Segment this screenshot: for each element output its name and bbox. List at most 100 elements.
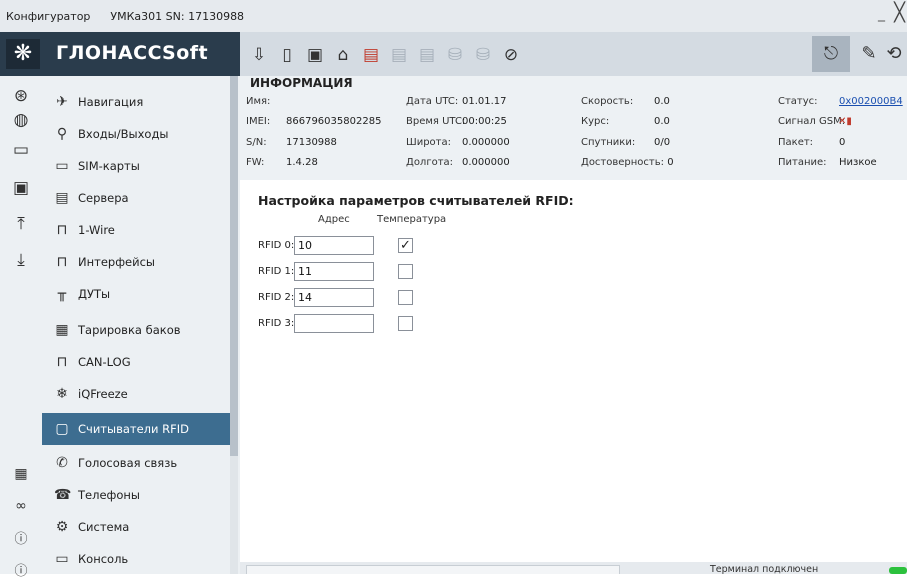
sidebar-item-one-wire[interactable]: ⊓ 1-Wire [42,214,230,246]
status-field [246,565,620,574]
sidebar-item-servers[interactable]: ▤ Сервера [42,182,230,214]
rfid-3-address-input[interactable] [294,314,374,333]
latitude-label: Широта: [406,137,451,148]
calculator-icon[interactable]: ▦ [0,462,42,486]
sidebar-item-label: Телефоны [78,488,140,502]
sidebar-item-navigation[interactable]: ✈ Навигация [42,86,230,118]
gsm-signal-icon: ✕▮ [838,116,852,127]
latitude-value: 0.000000 [462,137,510,148]
firmware-dim2-icon[interactable]: ▤ [416,44,438,66]
sidebar-item-voice[interactable]: ✆ Голосовая связь [42,447,230,479]
validity-value: 0 [667,157,674,168]
sidebar-item-iqfreeze[interactable]: ❄ iQFreeze [42,378,230,410]
rfid-2-address-input[interactable]: 14 [294,288,374,307]
gear-icon: ⚙ [55,519,69,535]
info-icon[interactable]: ⓘ [0,560,42,584]
sidebar-item-label: Навигация [78,95,144,109]
download-file-icon[interactable]: ⤓ [0,248,42,272]
status-label: Статус: [778,96,818,107]
rfid-0-address-input[interactable]: 10 [294,236,374,255]
title-bar: Конфигуратор УМКа301 SN: 17130988 _ ╳ [0,0,907,32]
one-wire-icon: ⊓ [56,222,68,238]
connection-status-text: Терминал подключен [710,564,819,575]
course-value: 0.0 [654,116,670,127]
imei-label: IMEI: [246,116,271,127]
upload-icon[interactable]: ⤒ [0,212,42,236]
sim-icon: ▭ [55,158,69,174]
menu-logo-icon[interactable]: ❋ [6,39,40,69]
logo-area: ❋ ГЛОНАССSoft [0,32,240,76]
sidebar-item-system[interactable]: ⚙ Система [42,511,230,543]
time-value: 00:00:25 [462,116,507,127]
sidebar-item-label: Входы/Выходы [78,127,169,141]
rfid-row-label: RFID 0: [258,240,295,251]
longitude-label: Долгота: [406,157,454,168]
link-icon[interactable]: ∞ [0,494,42,518]
sidebar-item-io[interactable]: ⚲ Входы/Выходы [42,118,230,150]
snowflake-icon: ❄ [56,386,68,402]
rfid-3-temperature-checkbox[interactable] [398,316,413,331]
sidebar-scrollbar-thumb[interactable] [230,76,238,456]
location-clear-icon[interactable]: ⊘ [500,44,522,66]
rfid-1-address-input[interactable]: 11 [294,262,374,281]
close-button[interactable]: ╳ [894,2,905,23]
remote-connect-icon[interactable]: ⌂ [332,44,354,66]
sidebar-item-label: Система [78,520,130,534]
app-title: Конфигуратор [6,9,91,23]
minimize-button[interactable]: _ [878,6,885,22]
gsm-signal-label: Сигнал GSM: [778,116,846,127]
bluetooth-icon[interactable]: ⊛ [0,84,42,108]
globe-icon[interactable]: ◍ [0,108,42,132]
satellite-icon: ✈ [56,94,68,110]
sidebar-item-phones[interactable]: ☎ Телефоны [42,479,230,511]
sn-value: 17130988 [286,137,337,148]
satellites-label: Спутники: [581,137,636,148]
sidebar-item-label: Тарировка баков [78,323,181,337]
rfid-0-temperature-checkbox[interactable]: ✓ [398,238,413,253]
sim-card-icon[interactable]: ▯ [276,44,298,66]
sidebar-item-can-log[interactable]: ⊓ CAN-LOG [42,346,230,378]
sidebar-item-console[interactable]: ▭ Консоль [42,543,230,574]
rfid-1-temperature-checkbox[interactable] [398,264,413,279]
rfid-row-label: RFID 1: [258,266,295,277]
phone-call-icon: ✆ [56,455,68,471]
download-icon[interactable]: ⇩ [248,44,270,66]
sidebar-item-rfid[interactable]: ▢ Считыватели RFID [42,413,230,445]
device-connect-icon[interactable]: ⎋ [812,36,850,72]
sidebar-item-label: Сервера [78,191,129,205]
database-settings-dim-icon[interactable]: ⛁ [472,44,494,66]
power-value: Низкое [839,157,877,168]
memory-card-icon[interactable]: ▣ [304,44,326,66]
database-dim-icon[interactable]: ⛁ [444,44,466,66]
sidebar-item-sim[interactable]: ▭ SIM-карты [42,150,230,182]
sn-label: S/N: [246,137,267,148]
rfid-icon: ▢ [55,421,69,437]
interface-icon: ⊓ [56,254,68,270]
server-icon: ▤ [55,190,69,206]
exit-icon[interactable]: ⟲ [882,36,906,72]
sidebar-item-label: CAN-LOG [78,355,131,369]
date-value: 01.01.17 [462,96,507,107]
packet-value: 0 [839,137,846,148]
fw-label: FW: [246,157,265,168]
folder-icon[interactable]: ▭ [0,138,42,162]
status-value-link[interactable]: 0x002000B4 [839,96,903,107]
io-icon: ⚲ [56,126,68,142]
phone-book-icon: ☎ [54,487,72,503]
column-header-temperature: Температура [377,214,447,225]
speed-value: 0.0 [654,96,670,107]
sidebar-item-interfaces[interactable]: ⊓ Интерфейсы [42,246,230,278]
rfid-2-temperature-checkbox[interactable] [398,290,413,305]
firmware-dim-icon[interactable]: ▤ [388,44,410,66]
help-icon[interactable]: ⓘ [0,528,42,552]
imei-value: 866796035802285 [286,116,382,127]
fw-value: 1.4.28 [286,157,318,168]
sidebar-item-label: Голосовая связь [78,456,178,470]
save-icon[interactable]: ▣ [0,176,42,200]
sidebar-item-tank-calibration[interactable]: ▦ Тарировка баков [42,314,230,346]
sidebar-item-label: Консоль [78,552,129,566]
sidebar-item-label: iQFreeze [78,387,128,401]
sidebar-item-fuel-sensors[interactable]: ╥ ДУТы [42,278,230,310]
firmware-icon[interactable]: ▤ [360,44,382,66]
longitude-value: 0.000000 [462,157,510,168]
